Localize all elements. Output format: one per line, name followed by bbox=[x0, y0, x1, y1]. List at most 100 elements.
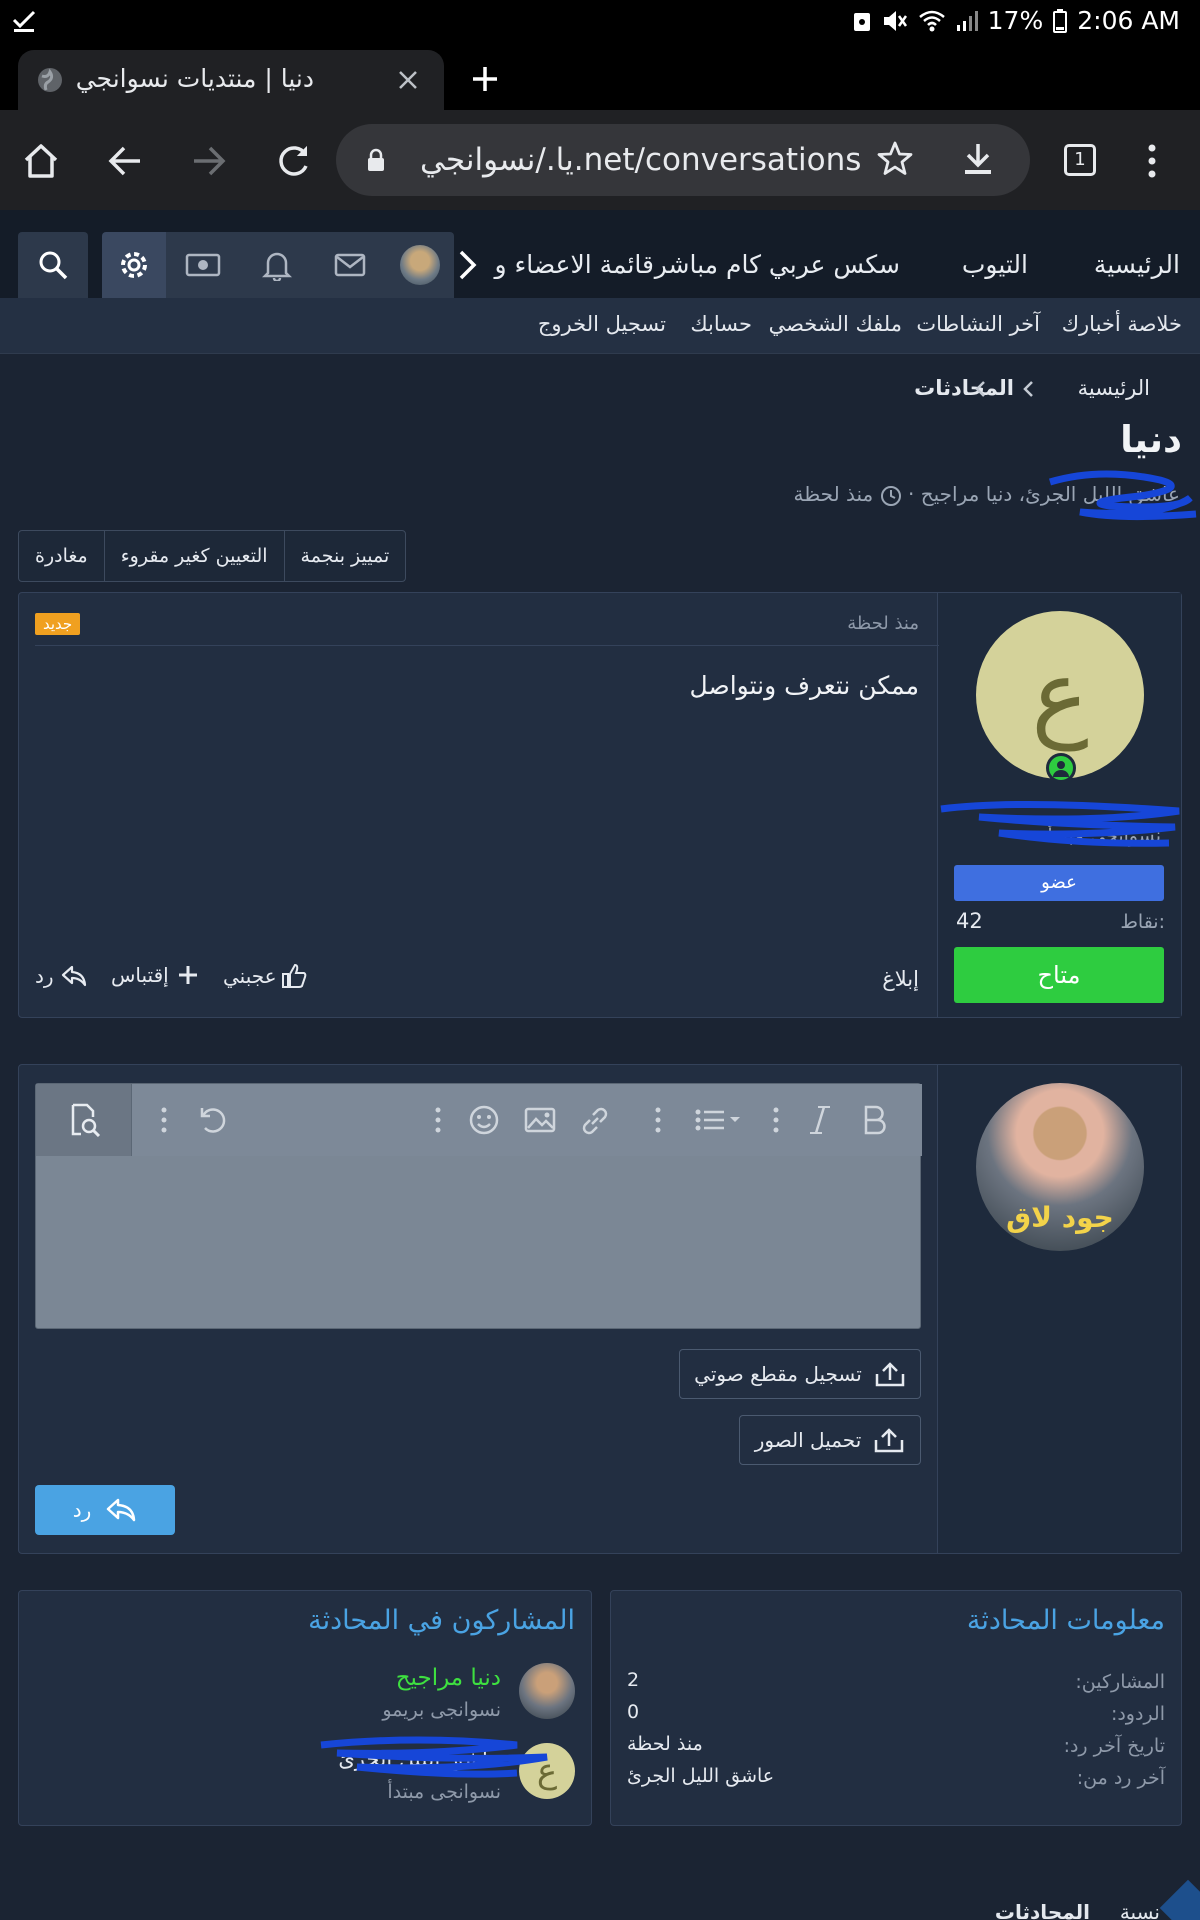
scroll-top-corner[interactable] bbox=[1159, 1879, 1200, 1920]
browser-toolbar: يا./نسوانجي.net/conversations 1 bbox=[0, 110, 1200, 210]
subnav-logout[interactable]: تسجيل الخروج bbox=[538, 312, 666, 336]
clock-icon bbox=[880, 485, 902, 507]
subnav-latest-activity[interactable]: آخر النشاطات bbox=[916, 312, 1040, 336]
upload-images-label: تحميل الصور bbox=[754, 1428, 862, 1452]
forward-icon[interactable] bbox=[190, 142, 228, 180]
italic-icon[interactable] bbox=[808, 1104, 832, 1136]
tab-switcher-button[interactable]: 1 bbox=[1064, 144, 1096, 176]
image-icon[interactable] bbox=[524, 1106, 556, 1134]
thumbs-up-icon bbox=[281, 963, 306, 988]
avatar-letter: ع bbox=[1031, 639, 1089, 751]
info-label: الردود: bbox=[1110, 1703, 1165, 1725]
page-title: دنيا bbox=[1120, 418, 1182, 461]
alerts-button[interactable] bbox=[240, 232, 314, 298]
conversation-actions: مغادرة التعيين كغير مقروء تمييز بنجمة bbox=[18, 530, 407, 582]
reload-icon[interactable] bbox=[274, 142, 312, 180]
star-button[interactable]: تمييز بنجمة bbox=[283, 531, 406, 581]
quote-label: إقتباس bbox=[111, 963, 169, 987]
nav-scroll-chevron-icon[interactable] bbox=[456, 248, 480, 282]
composer-author: جود لاق bbox=[937, 1065, 1181, 1553]
home-icon[interactable] bbox=[22, 142, 60, 180]
reply-button-label: رد bbox=[72, 1498, 92, 1522]
message-editor[interactable] bbox=[35, 1083, 922, 1329]
message: ع نسوانجى مبتدأ عضو نقاط: 42 متاح منذ لح… bbox=[18, 592, 1182, 1018]
participant-avatar[interactable]: ع bbox=[519, 1743, 575, 1799]
meta-time: منذ لحظة bbox=[793, 482, 874, 506]
footer-breadcrumb-home[interactable]: نسية bbox=[1120, 1900, 1160, 1920]
reply-link[interactable]: رد bbox=[35, 963, 88, 989]
link-icon[interactable] bbox=[578, 1104, 612, 1138]
breadcrumb-conversations[interactable]: المحادثات bbox=[914, 376, 1014, 400]
points-label: نقاط: bbox=[1120, 911, 1165, 933]
lock-icon bbox=[852, 9, 872, 33]
bold-icon[interactable] bbox=[862, 1104, 888, 1136]
mark-unread-button[interactable]: التعيين كغير مقروء bbox=[103, 531, 284, 581]
more-options-icon[interactable] bbox=[160, 1106, 168, 1134]
footer-breadcrumb-section[interactable]: المحادثات bbox=[995, 1900, 1090, 1920]
battery-icon bbox=[1053, 8, 1068, 33]
undo-icon[interactable] bbox=[196, 1104, 228, 1136]
lock-icon bbox=[366, 148, 386, 172]
settings-button[interactable] bbox=[102, 232, 166, 298]
nav-home[interactable]: الرئيسية bbox=[1094, 250, 1180, 279]
upload-icon bbox=[875, 1428, 904, 1453]
panel-title: المشاركون في المحادثة bbox=[308, 1605, 575, 1636]
more-options-icon[interactable] bbox=[434, 1106, 442, 1134]
role-badge: عضو bbox=[954, 865, 1164, 901]
report-link[interactable]: إبلاغ bbox=[882, 967, 919, 991]
like-button[interactable]: عجبني bbox=[223, 963, 307, 989]
search-icon bbox=[39, 251, 68, 280]
close-tab-icon[interactable] bbox=[396, 68, 420, 92]
preview-icon bbox=[71, 1103, 100, 1137]
download-done-icon bbox=[10, 6, 38, 34]
more-options-icon[interactable] bbox=[654, 1106, 662, 1134]
nav-live-cam[interactable]: سكس عربي كام مباشر bbox=[655, 250, 900, 279]
composer-avatar[interactable]: جود لاق bbox=[976, 1083, 1144, 1251]
subnav-account[interactable]: حسابك bbox=[690, 312, 752, 336]
nav-members[interactable]: قائمة الاعضاء و bbox=[490, 250, 654, 279]
upload-images-button[interactable]: تحميل الصور bbox=[739, 1415, 921, 1465]
participant-rank: نسوانجى بريمو bbox=[382, 1699, 501, 1721]
new-tab-icon[interactable] bbox=[470, 64, 500, 94]
reply-button[interactable]: رد bbox=[35, 1485, 175, 1535]
preview-button[interactable] bbox=[36, 1084, 132, 1156]
plus-icon bbox=[178, 966, 197, 984]
info-value[interactable]: عاشق الليل الجرئ bbox=[627, 1765, 774, 1787]
subnav-profile[interactable]: ملفك الشخصي bbox=[769, 312, 902, 336]
money-button[interactable] bbox=[166, 232, 240, 298]
address-bar[interactable]: يا./نسوانجي.net/conversations bbox=[336, 124, 1030, 196]
quote-button[interactable]: إقتباس bbox=[111, 963, 199, 987]
meta-participants[interactable]: عاشق الليل الجرئ، دنيا مراجيح bbox=[921, 482, 1180, 506]
participant-name[interactable]: عاشق الليل الجرئ bbox=[338, 1747, 501, 1771]
participant-avatar[interactable] bbox=[519, 1663, 575, 1719]
breadcrumb-home[interactable]: الرئيسية bbox=[1078, 376, 1150, 400]
emoji-icon[interactable] bbox=[468, 1104, 500, 1136]
chevron-left-icon bbox=[1022, 380, 1034, 398]
more-options-icon[interactable] bbox=[772, 1106, 780, 1134]
leave-button[interactable]: مغادرة bbox=[19, 531, 104, 581]
info-label: المشاركين: bbox=[1075, 1671, 1165, 1693]
reply-label: رد bbox=[35, 964, 54, 988]
participant-name[interactable]: دنيا مراجيح bbox=[396, 1665, 501, 1691]
participant-rank: نسوانجى مبتدأ bbox=[387, 1781, 501, 1803]
account-avatar-button[interactable] bbox=[386, 232, 454, 298]
list-icon[interactable] bbox=[694, 1108, 744, 1132]
search-button[interactable] bbox=[18, 232, 88, 298]
subnav-news-feed[interactable]: خلاصة أخبارك bbox=[1062, 312, 1182, 336]
download-icon[interactable] bbox=[960, 140, 996, 178]
record-audio-button[interactable]: تسجيل مقطع صوتي bbox=[679, 1349, 921, 1399]
like-label: عجبني bbox=[223, 964, 277, 988]
panel-title: معلومات المحادثة bbox=[966, 1605, 1165, 1636]
inbox-button[interactable] bbox=[314, 232, 386, 298]
info-label: آخر رد من: bbox=[1076, 1767, 1165, 1789]
nav-tube[interactable]: التيوب bbox=[962, 250, 1028, 279]
more-menu-icon[interactable] bbox=[1140, 142, 1164, 180]
tab-title: دنيا | منتديات نسوانجي bbox=[75, 64, 314, 93]
back-icon[interactable] bbox=[106, 142, 144, 180]
info-value: منذ لحظة bbox=[627, 1733, 703, 1755]
info-label: تاريخ آخر رد: bbox=[1063, 1735, 1165, 1757]
browser-tab[interactable]: دنيا | منتديات نسوانجي bbox=[18, 50, 444, 110]
reply-icon bbox=[107, 1498, 136, 1522]
new-badge: جديد bbox=[35, 613, 81, 635]
bookmark-star-icon[interactable] bbox=[876, 140, 914, 178]
